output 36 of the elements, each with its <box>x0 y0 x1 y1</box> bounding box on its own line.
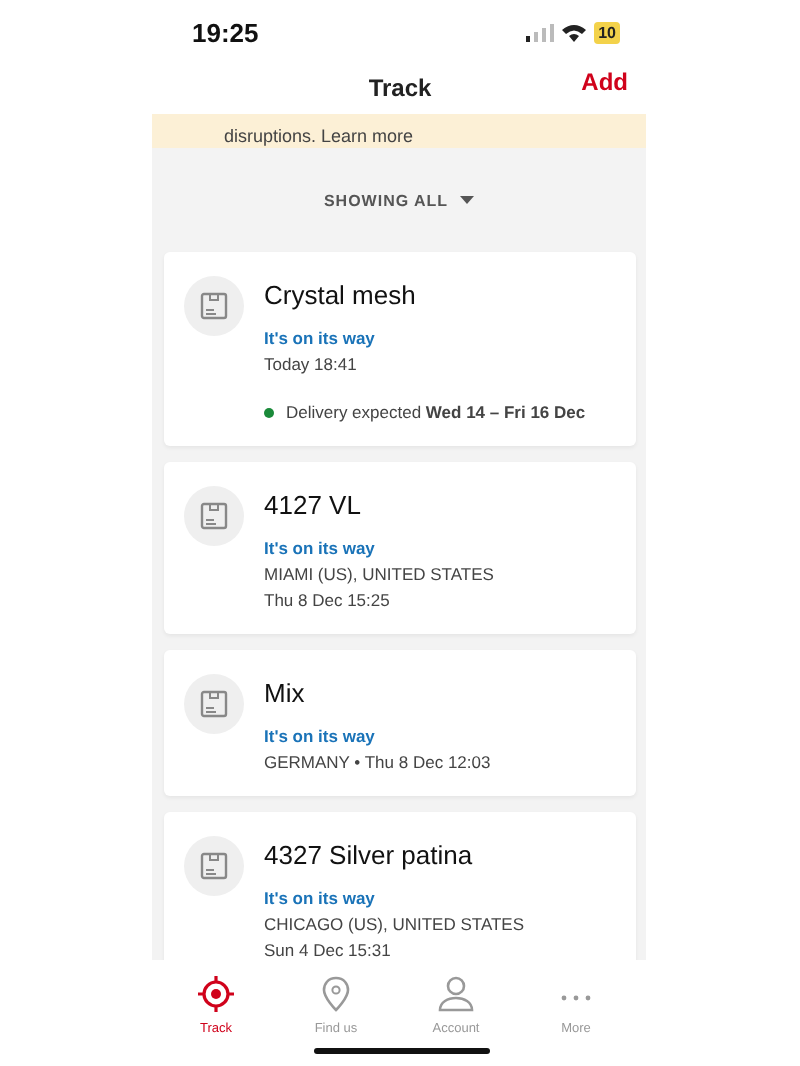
clock-time: 19:25 <box>192 17 259 47</box>
parcel-detail: GERMANY • Thu 8 Dec 12:03 <box>264 752 491 772</box>
parcel-card[interactable]: 4127 VL It's on its way MIAMI (US), UNITED STATES Thu 8 Dec 15:25 <box>164 462 636 634</box>
parcel-name: 4327 Silver patina <box>264 840 475 870</box>
parcel-status: It's on its way <box>264 328 377 348</box>
parcel-detail: Sun 4 Dec 15:31 <box>264 940 393 960</box>
parcel-status: It's on its way <box>264 888 377 908</box>
caret-icon <box>460 196 475 204</box>
target-icon <box>198 976 234 1012</box>
delivery-estimate: Delivery expected Wed 14 – Fri 16 Dec <box>286 402 586 422</box>
parcel-detail: Today 18:41 <box>264 354 359 374</box>
parcel-card[interactable]: Mix It's on its way GERMANY • Thu 8 Dec 12:03 <box>164 650 636 796</box>
more-icon <box>560 994 592 1002</box>
parcel-name: 4127 VL <box>264 490 363 520</box>
parcel-card[interactable]: Crystal mesh It's on its way Today 18:41 Delivery expected Wed 14 – Fri 16 Dec <box>164 252 636 446</box>
package-icon <box>184 674 244 734</box>
parcel-name: Mix <box>264 678 307 708</box>
parcel-detail: CHICAGO (US), UNITED STATES <box>264 914 525 934</box>
signal-icon <box>526 23 555 41</box>
parcel-detail: Thu 8 Dec 15:25 <box>264 590 392 610</box>
battery-level: 10 <box>594 21 620 43</box>
page-title: Track <box>368 73 432 101</box>
person-icon <box>438 976 474 1012</box>
package-icon <box>184 276 244 336</box>
package-icon <box>184 836 244 896</box>
notice-text: disruptions. Learn more <box>224 126 414 146</box>
parcel-detail: MIAMI (US), UNITED STATES <box>264 564 494 584</box>
parcel-card[interactable]: 4327 Silver patina It's on its way CHICAGO (US), UNITED STATES Sun 4 Dec 15:31 <box>164 812 636 960</box>
add-button[interactable]: Add <box>581 68 628 96</box>
package-icon <box>184 486 244 546</box>
wifi-icon <box>562 23 587 41</box>
filter-dropdown[interactable]: SHOWING ALL <box>319 187 479 213</box>
location-pin-icon <box>318 976 354 1012</box>
parcel-name: Crystal mesh <box>264 280 418 310</box>
parcel-status: It's on its way <box>264 726 377 746</box>
parcel-status: It's on its way <box>264 538 377 558</box>
